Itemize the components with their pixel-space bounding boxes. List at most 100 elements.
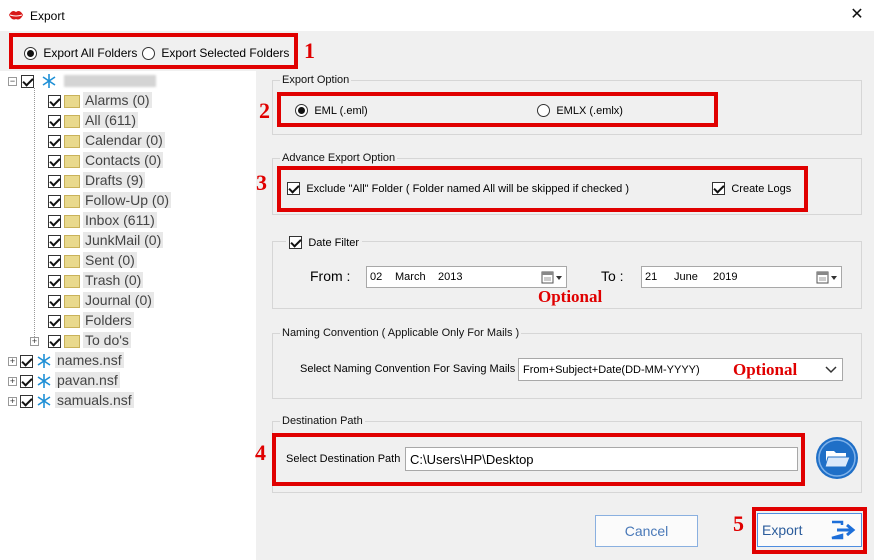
tree-file-checkbox[interactable]: [20, 394, 33, 408]
tree-file-row[interactable]: + samuals.nsf: [8, 390, 134, 410]
tree-folder-label: Alarms (0): [83, 92, 152, 108]
tree-folder-label: Trash (0): [83, 272, 144, 288]
tree-folder-label: Journal (0): [83, 292, 154, 308]
date-filter-title: Date Filter: [308, 237, 360, 249]
tree-folder-row[interactable]: Trash (0): [48, 270, 144, 290]
tree-folder-checkbox[interactable]: [48, 254, 61, 268]
create-logs-label: Create Logs: [731, 183, 792, 195]
snowflake-db-icon: [37, 354, 51, 369]
folder-icon: [64, 94, 80, 108]
tree-folder-row[interactable]: Inbox (611): [48, 210, 157, 230]
tree-folder-row[interactable]: Alarms (0): [48, 90, 152, 110]
folder-icon: [64, 294, 80, 308]
to-month: June: [674, 271, 698, 283]
radio-eml-label: EML (.eml): [314, 105, 368, 117]
date-filter-checkbox[interactable]: [289, 236, 302, 250]
tree-file-checkbox[interactable]: [20, 374, 33, 388]
advance-option-title: Advance Export Option: [280, 152, 398, 164]
naming-value: From+Subject+Date(DD-MM-YYYY): [523, 364, 700, 376]
naming-label: Select Naming Convention For Saving Mail…: [300, 363, 516, 375]
create-logs-checkbox[interactable]: [712, 182, 725, 196]
folder-icon: [64, 254, 80, 268]
export-option-title: Export Option: [280, 74, 352, 86]
expand-icon[interactable]: +: [8, 376, 17, 386]
folder-icon: [64, 134, 80, 148]
to-year: 2019: [713, 271, 738, 283]
annotation-number-5: 5: [733, 511, 744, 536]
naming-select[interactable]: From+Subject+Date(DD-MM-YYYY) Optional: [518, 358, 843, 381]
radio-emlx[interactable]: EMLX (.emlx): [537, 102, 623, 118]
tree-folder-checkbox[interactable]: [48, 234, 61, 248]
tree-file-row[interactable]: + pavan.nsf: [8, 370, 120, 390]
tree-root-checkbox[interactable]: [20, 74, 34, 88]
tree-folder-checkbox[interactable]: [48, 214, 61, 228]
tree-folder-row[interactable]: JunkMail (0): [48, 230, 164, 250]
tree-folder-row[interactable]: + To do's: [30, 330, 131, 350]
expand-icon[interactable]: +: [8, 356, 17, 366]
to-date-picker[interactable]: 21 June 2019: [641, 266, 842, 288]
optional-note-naming: Optional: [733, 360, 798, 379]
tree-folder-label: JunkMail (0): [83, 232, 164, 248]
tree-folder-checkbox[interactable]: [48, 174, 61, 188]
destination-path-input[interactable]: C:\Users\HP\Desktop: [405, 447, 798, 471]
exclude-all-option[interactable]: Exclude "All" Folder ( Folder named All …: [287, 180, 629, 196]
tree-folder-row[interactable]: Calendar (0): [48, 130, 165, 150]
folder-icon: [64, 214, 80, 228]
tree-folder-row[interactable]: All (611): [48, 110, 139, 130]
radio-export-selected-indicator[interactable]: [142, 47, 155, 61]
export-button[interactable]: Export: [757, 513, 862, 547]
tree-folder-checkbox[interactable]: [48, 194, 61, 208]
expand-icon[interactable]: +: [8, 396, 17, 406]
tree-guide-line: [34, 88, 35, 341]
optional-note-date: Optional: [538, 287, 603, 306]
radio-export-selected-label: Export Selected Folders: [161, 46, 290, 60]
tree-folder-row[interactable]: Contacts (0): [48, 150, 164, 170]
tree-folder-row[interactable]: Drafts (9): [48, 170, 146, 190]
tree-root-row[interactable]: −: [8, 70, 156, 90]
folder-icon: [64, 174, 80, 188]
tree-folder-checkbox[interactable]: [48, 314, 61, 328]
radio-emlx-label: EMLX (.emlx): [556, 105, 623, 117]
from-date-picker[interactable]: 02 March 2013: [366, 266, 567, 288]
expand-icon[interactable]: +: [30, 336, 39, 346]
calendar-icon[interactable]: [541, 271, 563, 284]
create-logs-option[interactable]: Create Logs: [712, 180, 791, 196]
chevron-down-icon[interactable]: [825, 366, 837, 374]
tree-folder-checkbox[interactable]: [48, 114, 61, 128]
tree-folder-checkbox[interactable]: [48, 334, 61, 348]
radio-export-all[interactable]: Export All Folders: [24, 45, 137, 61]
folder-icon: [64, 114, 80, 128]
tree-file-row[interactable]: + names.nsf: [8, 350, 124, 370]
tree-folder-checkbox[interactable]: [48, 134, 61, 148]
radio-eml-indicator[interactable]: [295, 104, 308, 118]
folder-icon: [64, 334, 80, 348]
tree-folder-row[interactable]: Follow-Up (0): [48, 190, 172, 210]
radio-export-all-indicator[interactable]: [24, 47, 37, 61]
tree-folder-label: All (611): [83, 112, 139, 128]
close-icon[interactable]: ✕: [846, 4, 868, 26]
tree-folder-row[interactable]: Journal (0): [48, 290, 154, 310]
calendar-icon[interactable]: [816, 271, 838, 284]
date-filter-toggle[interactable]: Date Filter: [286, 234, 363, 250]
tree-folder-checkbox[interactable]: [48, 274, 61, 288]
cancel-button[interactable]: Cancel: [595, 515, 698, 547]
open-folder-icon[interactable]: [815, 436, 859, 480]
tree-folder-label: Contacts (0): [83, 152, 164, 168]
tree-folder-checkbox[interactable]: [48, 154, 61, 168]
tree-folder-checkbox[interactable]: [48, 94, 61, 108]
tree-folder-checkbox[interactable]: [48, 294, 61, 308]
from-day: 02: [370, 271, 383, 283]
exclude-all-checkbox[interactable]: [287, 182, 300, 196]
folder-icon: [64, 314, 80, 328]
tree-file-checkbox[interactable]: [20, 354, 33, 368]
folder-icon: [64, 194, 80, 208]
from-month: March: [395, 271, 426, 283]
snowflake-db-icon: [42, 74, 56, 89]
tree-folder-row[interactable]: Folders: [48, 310, 134, 330]
radio-eml[interactable]: EML (.eml): [295, 102, 368, 118]
tree-folder-row[interactable]: Sent (0): [48, 250, 137, 270]
radio-export-selected[interactable]: Export Selected Folders: [142, 45, 289, 61]
to-label: To :: [601, 268, 624, 284]
collapse-icon[interactable]: −: [8, 76, 17, 86]
radio-emlx-indicator[interactable]: [537, 104, 550, 118]
